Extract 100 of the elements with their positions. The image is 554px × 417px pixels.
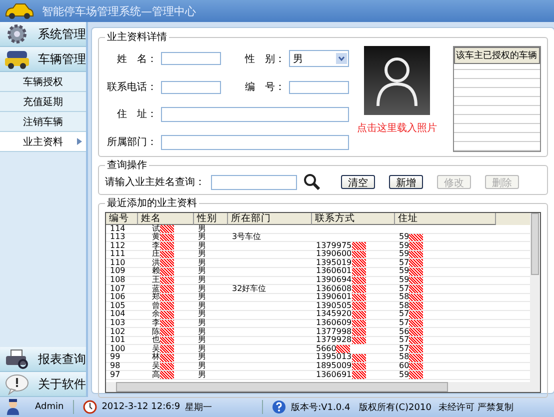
field-label: 编 号：: [244, 80, 285, 94]
table-cell-text: 庄: [152, 250, 160, 258]
sidebar-item[interactable]: 车辆授权: [0, 72, 86, 92]
table-cell: 99: [110, 353, 120, 362]
printer-icon: [4, 348, 30, 370]
table-cell-text: 男: [198, 310, 206, 318]
copyright-text: 版权所有(C)2010: [359, 402, 432, 414]
group-title: 最近添加的业主资料: [106, 196, 198, 210]
name-field[interactable]: [161, 52, 221, 66]
table-cell-text: 李: [152, 242, 160, 250]
table-cell-text: 林: [152, 353, 160, 362]
column-header[interactable]: 编号: [106, 213, 138, 225]
field-label: 姓 名：: [116, 52, 157, 66]
sidebar-section[interactable]: 系统管理: [0, 22, 86, 47]
sidebar-item[interactable]: 业主资料: [0, 132, 86, 152]
table-cell-text: 男: [198, 242, 206, 250]
table-cell: 3号车位: [232, 233, 262, 242]
table-cell-text: 曾: [152, 302, 160, 310]
table-cell-text: 58: [399, 302, 410, 310]
table-cell-text: 男: [198, 336, 206, 344]
load-photo-link[interactable]: 点击这里载入照片: [357, 121, 437, 135]
table-cell-text: 男: [198, 353, 206, 362]
table-cell-text: 56: [399, 328, 410, 336]
table-cell-text: 黄: [152, 233, 160, 242]
table-cell: 103: [110, 319, 126, 328]
table-cell-text: 110: [110, 258, 126, 267]
table-cell-text: 赖: [152, 267, 160, 276]
group-title: 查询操作: [106, 158, 148, 172]
arrow-icon: [77, 138, 82, 145]
table-cell-text: 5660: [316, 344, 336, 353]
number-field[interactable]: [289, 80, 349, 94]
vertical-scrollbar[interactable]: [530, 213, 540, 382]
phone-field[interactable]: [161, 80, 221, 94]
group-title: 业主资料详情: [106, 30, 168, 44]
column-header[interactable]: 所在部门: [228, 213, 312, 225]
help-icon[interactable]: [272, 400, 286, 414]
table-cell-text: 1360601: [316, 267, 352, 276]
sidebar-section[interactable]: 车辆管理: [0, 47, 86, 72]
action-button[interactable]: 清空: [341, 175, 375, 189]
table-cell: 1390600: [316, 250, 352, 259]
table-cell-text: 1390505: [316, 302, 352, 310]
table-cell-text: 王: [152, 276, 160, 284]
table-cell: 1390694: [316, 276, 352, 285]
action-button[interactable]: 新增: [389, 175, 423, 189]
table-cell: 1379928: [316, 336, 352, 345]
table-cell: 106: [110, 293, 126, 302]
table-cell-text: 1377998: [316, 328, 352, 336]
table-cell-text: 57: [399, 284, 410, 293]
department-field[interactable]: [161, 134, 349, 150]
field-label: 所属部门：: [106, 136, 157, 150]
sidebar-item[interactable]: 充值延期: [0, 92, 86, 112]
table-cell-text: 57: [399, 310, 410, 319]
table-cell: 男: [198, 370, 206, 380]
table-cell-text: 男: [198, 250, 206, 258]
table-cell-text: 也: [152, 336, 160, 344]
table-cell-text: 109: [110, 267, 126, 276]
table-cell: 58: [399, 293, 410, 302]
table-cell-text: 男: [198, 362, 206, 370]
car-icon: [4, 48, 30, 70]
table-cell-text: 陈: [152, 328, 160, 336]
table-cell-text: 男: [198, 302, 206, 310]
table-cell-text: 试: [152, 224, 160, 232]
sidebar-section[interactable]: 关于软件: [0, 372, 86, 397]
address-field[interactable]: [161, 106, 349, 122]
weekday-text: 星期一: [185, 402, 212, 414]
table-cell: 1395013: [316, 353, 352, 362]
table-cell-text: 102: [110, 328, 126, 336]
search-field[interactable]: [211, 174, 297, 190]
table-cell: 111: [110, 250, 126, 259]
table-cell: 59: [399, 370, 410, 380]
search-icon[interactable]: [303, 174, 321, 190]
table-cell: 1895009: [316, 362, 352, 371]
sidebar-section[interactable]: 报表查询: [0, 347, 86, 372]
table-cell-text: 男: [198, 284, 206, 293]
table-cell-text: 男: [198, 276, 206, 284]
table-cell-text: 57: [399, 344, 410, 353]
field-label: 住 址：: [116, 108, 157, 122]
table-cell: 97: [110, 370, 120, 380]
column-header[interactable]: 住址: [395, 213, 496, 225]
table-cell: 59: [399, 233, 410, 242]
table-cell-text: 57: [399, 258, 410, 267]
column-header: 该车主已授权的车辆: [454, 47, 540, 64]
column-header[interactable]: 性别: [194, 213, 228, 225]
user-icon: [6, 399, 20, 415]
gender-dropdown[interactable]: 男: [289, 50, 349, 68]
sidebar-item[interactable]: 注销车辆: [0, 112, 86, 132]
table-cell-text: 107: [110, 284, 126, 293]
user-name: Admin: [35, 402, 64, 412]
table-cell-text: 吴: [152, 362, 160, 370]
table-cell-text: 洪: [152, 258, 160, 267]
avatar-placeholder[interactable]: [364, 46, 430, 115]
table-cell: 113: [110, 233, 126, 242]
table-cell-text: 100: [110, 344, 126, 353]
horizontal-scrollbar[interactable]: [106, 382, 540, 392]
column-header[interactable]: 联系方式: [312, 213, 395, 225]
table-cell-text: 1379975: [316, 242, 352, 250]
table-cell-text: 男: [198, 319, 206, 328]
table-cell: 98: [110, 362, 120, 371]
window-title: 智能停车场管理系统—管理中心: [42, 4, 196, 18]
table-cell-text: 李: [152, 319, 160, 328]
